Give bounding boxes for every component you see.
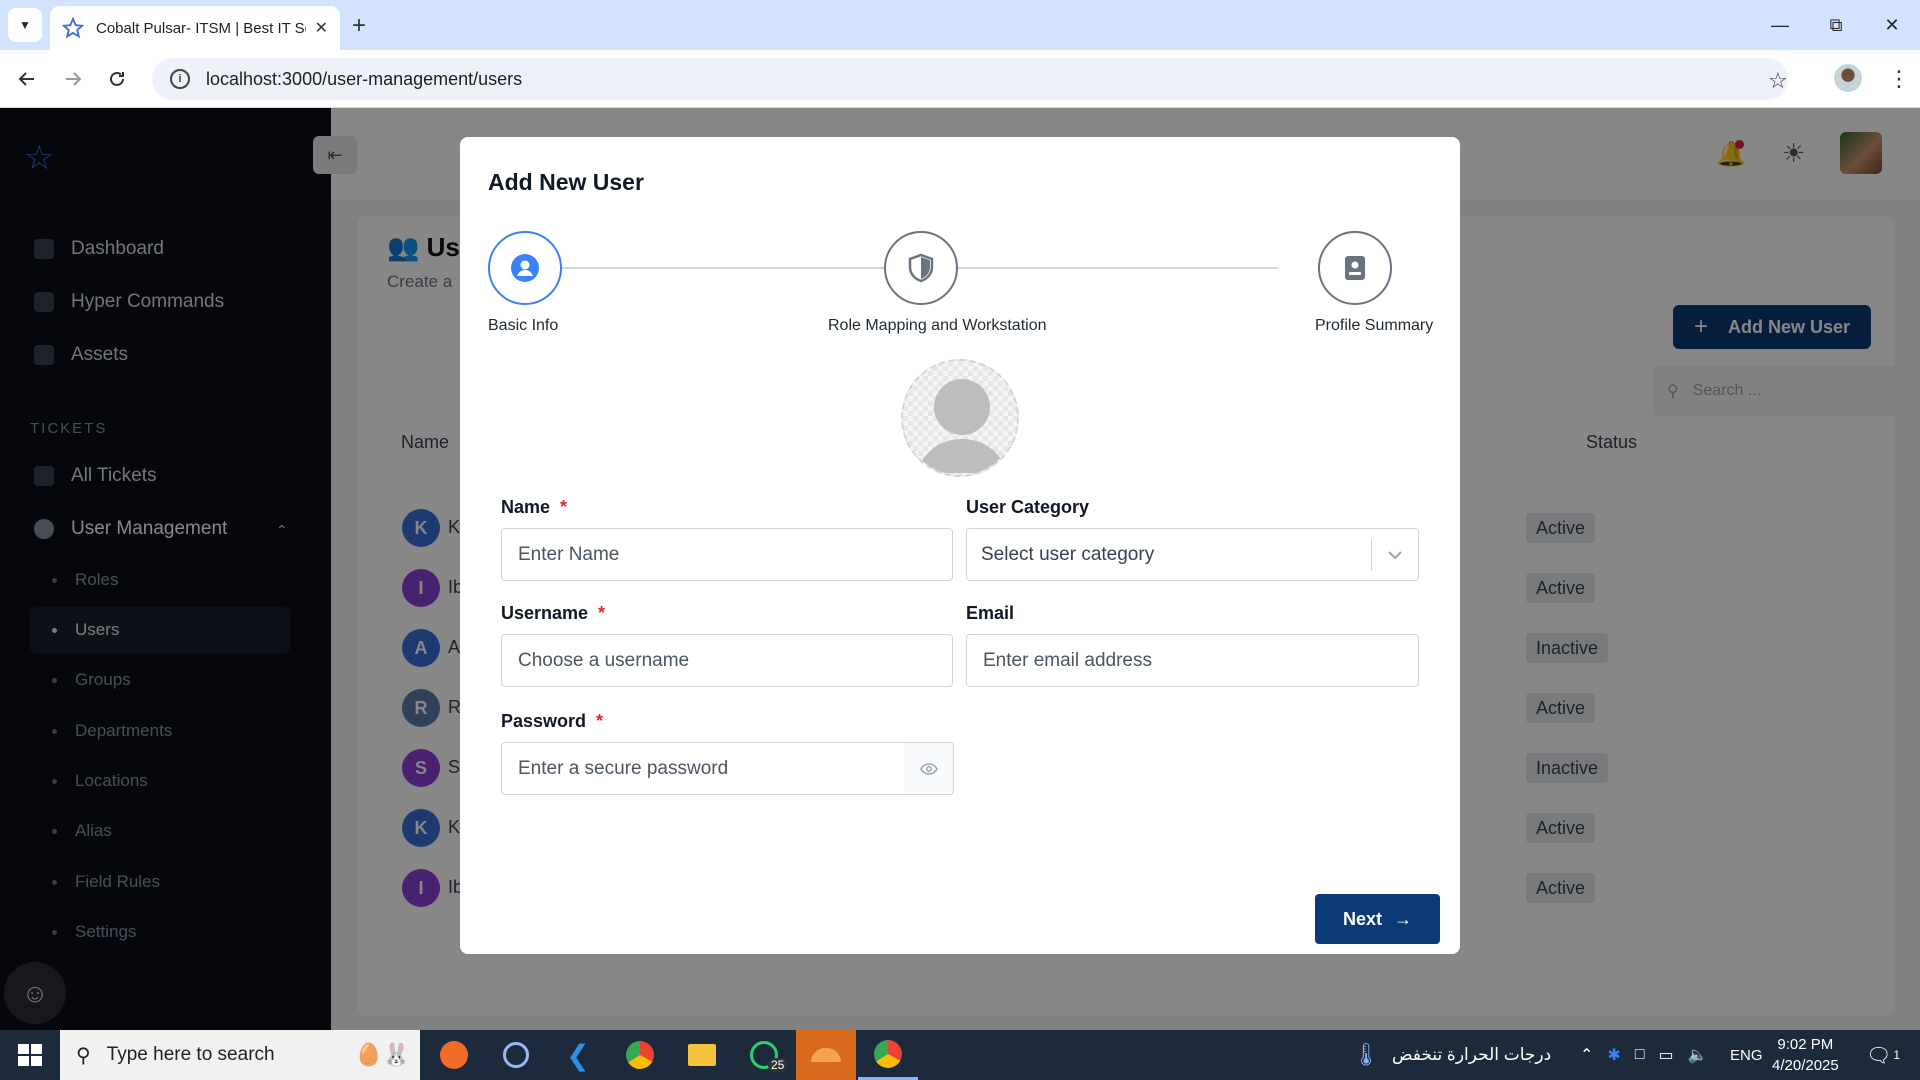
user-category-placeholder: Select user category [981, 543, 1155, 565]
windows-taskbar: ⚲ Type here to search 🥚🐰 ❮ 25 🌡 درجات ال… [0, 1030, 1920, 1080]
taskbar-app-compass-icon[interactable] [424, 1030, 484, 1080]
reload-icon[interactable] [102, 64, 132, 94]
select-separator [1371, 539, 1372, 571]
step-connector [958, 267, 1278, 269]
back-arrow-icon[interactable] [12, 64, 42, 94]
name-label-text: Name [501, 497, 551, 517]
browser-tab[interactable]: Cobalt Pulsar- ITSM | Best IT Se ✕ [50, 6, 340, 50]
network-icon: □ [1634, 1046, 1645, 1063]
weather-widget[interactable]: 🌡 درجات الحرارة تنخفض [1352, 1030, 1551, 1080]
taskbar-app-chrome-icon[interactable] [610, 1030, 670, 1080]
step-label-basic-info: Basic Info [488, 317, 559, 334]
username-input[interactable] [501, 634, 953, 687]
more-options-icon[interactable]: ⋮ [1888, 66, 1910, 92]
password-input[interactable] [501, 742, 905, 795]
username-label: Username * [501, 603, 605, 624]
user-category-label: User Category [966, 497, 1090, 517]
step-role-mapping[interactable] [884, 231, 958, 305]
required-asterisk: * [598, 603, 606, 623]
clock-time: 9:02 PM [1777, 1036, 1834, 1053]
username-label-text: Username [501, 603, 589, 623]
bookmark-star-icon[interactable]: ☆ [1768, 68, 1788, 94]
step-label-role-mapping: Role Mapping and Workstation [828, 317, 1047, 334]
browser-profile-avatar[interactable] [1834, 64, 1862, 92]
chevron-up-icon: ⌃ [1580, 1047, 1594, 1064]
email-input[interactable] [966, 634, 1419, 687]
name-input[interactable] [501, 528, 953, 581]
modal-title: Add New User [488, 169, 644, 195]
id-card-icon [1345, 256, 1365, 280]
email-label: Email [966, 603, 1015, 623]
shield-icon [908, 253, 934, 283]
battery-icon: ▭ [1658, 1047, 1674, 1064]
step-label-profile-summary: Profile Summary [1315, 317, 1434, 334]
tab-title: Cobalt Pulsar- ITSM | Best IT Se [96, 19, 306, 37]
tray-icons[interactable]: ⌃ ✱ □ ▭ 🔈 [1580, 1030, 1708, 1080]
restore-icon[interactable]: ⧉ [1808, 0, 1864, 50]
new-tab-plus-icon[interactable]: + [352, 12, 366, 40]
windows-start-icon[interactable] [18, 1044, 42, 1066]
star-favicon-icon [62, 17, 84, 39]
bluetooth-icon: ✱ [1607, 1047, 1621, 1064]
toggle-password-visibility-button[interactable] [904, 742, 954, 795]
user-category-select[interactable]: Select user category [966, 528, 1419, 581]
clock-date: 4/20/2025 [1772, 1057, 1839, 1074]
volume-icon: 🔈 [1687, 1047, 1708, 1064]
taskbar-app-vscode-icon[interactable]: ❮ [548, 1030, 608, 1080]
thermometer-icon: 🌡 [1352, 1042, 1380, 1067]
user-circle-icon [511, 254, 539, 282]
minimize-icon[interactable]: — [1752, 0, 1808, 50]
taskbar-app-cloud-icon[interactable] [796, 1030, 856, 1080]
step-connector [562, 267, 884, 269]
eye-icon [919, 762, 938, 775]
address-bar[interactable]: i localhost:3000/user-management/users [152, 58, 1788, 100]
chevron-down-icon [1388, 551, 1402, 560]
step-basic-info[interactable] [488, 231, 562, 305]
system-clock[interactable]: 9:02 PM 4/20/2025 [1772, 1034, 1839, 1076]
password-label-text: Password [501, 711, 587, 731]
chevron-down-icon: ▼ [19, 18, 31, 32]
language-indicator[interactable]: ENG [1730, 1030, 1763, 1080]
search-icon: ⚲ [76, 1044, 91, 1067]
next-button[interactable]: Next → [1315, 894, 1440, 944]
step-profile-summary[interactable] [1318, 231, 1392, 305]
required-asterisk: * [596, 711, 604, 731]
taskbar-app-chrome-active-icon[interactable] [858, 1030, 918, 1080]
taskbar-search-placeholder: Type here to search [106, 1044, 275, 1065]
default-avatar-icon [917, 379, 1007, 473]
required-asterisk: * [560, 497, 568, 517]
notification-count: 1 [1893, 1048, 1901, 1062]
next-label: Next [1342, 908, 1382, 929]
profile-picture-upload[interactable] [901, 359, 1019, 477]
whatsapp-badge: 25 [768, 1058, 788, 1072]
password-label: Password * [501, 711, 603, 732]
browser-toolbar: i localhost:3000/user-management/users ☆… [0, 50, 1920, 108]
name-label: Name * [501, 497, 567, 518]
window-close-icon[interactable]: ✕ [1864, 0, 1920, 50]
taskbar-app-whatsapp-icon[interactable]: 25 [734, 1030, 794, 1080]
taskbar-search-box[interactable]: ⚲ Type here to search 🥚🐰 [60, 1030, 420, 1080]
arrow-right-icon: → [1394, 908, 1412, 929]
forward-arrow-icon[interactable] [58, 64, 88, 94]
tab-search-button[interactable]: ▼ [8, 8, 42, 42]
taskbar-app-power-icon[interactable] [486, 1030, 546, 1080]
browser-tab-strip: ▼ Cobalt Pulsar- ITSM | Best IT Se ✕ + —… [0, 0, 1920, 50]
taskbar-app-folder-icon[interactable] [672, 1030, 732, 1080]
close-icon[interactable]: ✕ [315, 18, 328, 38]
site-info-icon[interactable]: i [170, 69, 190, 89]
easter-eggs-icon: 🥚🐰 [355, 1042, 410, 1067]
url-text: localhost:3000/user-management/users [206, 68, 523, 89]
weather-text: درجات الحرارة تنخفض [1391, 1045, 1552, 1064]
add-user-modal: Add New User Basic Info Role Mapping and… [460, 137, 1460, 954]
notification-center-icon[interactable]: 🗨 1 [1866, 1030, 1900, 1080]
